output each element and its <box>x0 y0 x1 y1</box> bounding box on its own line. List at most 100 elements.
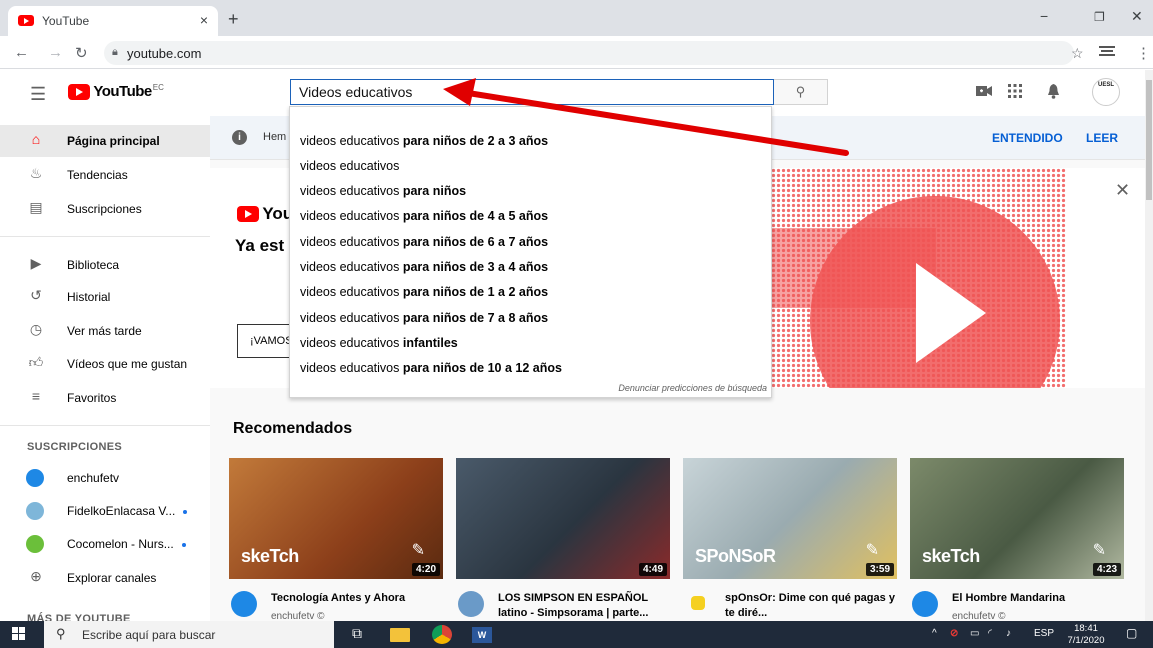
clock-date: 7/1/2020 <box>1067 635 1105 646</box>
reload-icon[interactable]: ↻ <box>75 44 88 62</box>
bookmark-star-icon[interactable]: ☆ <box>1071 45 1084 62</box>
video-duration: 3:59 <box>865 563 894 576</box>
video-thumbnail[interactable]: 4:49 <box>456 458 670 579</box>
channel-avatar[interactable] <box>458 591 484 617</box>
taskbar-clock[interactable]: 18:41 7/1/2020 <box>1064 623 1108 647</box>
suggestion-item[interactable]: videos educativos para niños de 7 a 8 añ… <box>300 311 548 325</box>
sidebar-item-explore-channels[interactable]: ⊕ Explorar canales <box>0 562 210 594</box>
youtube-logo[interactable]: YouTubeEC <box>68 83 164 100</box>
suggestion-completion: para niños de 10 a 12 años <box>399 361 562 375</box>
language-indicator[interactable]: ESP <box>1034 628 1054 639</box>
wifi-icon[interactable]: ◜ <box>988 628 992 639</box>
file-explorer-icon[interactable] <box>390 628 410 642</box>
channel-avatar[interactable] <box>691 596 705 610</box>
notifications-icon[interactable]: ▢ <box>1126 626 1137 640</box>
maximize-button[interactable]: ❐ <box>1094 10 1105 24</box>
search-field[interactable] <box>290 79 774 105</box>
search-icon: ⚲ <box>56 626 66 641</box>
back-arrow-icon[interactable]: ← <box>14 44 29 61</box>
suggestion-item[interactable]: videos educativos para niños de 1 a 2 añ… <box>300 285 548 299</box>
sidebar-item-library[interactable]: ▶ Biblioteca <box>0 249 210 281</box>
channel-avatar[interactable] <box>912 591 938 617</box>
suggestion-item[interactable]: videos educativos para niños de 10 a 12 … <box>300 361 562 375</box>
suggestion-completion: para niños de 4 a 5 años <box>399 209 549 223</box>
sidebar-item-favorites[interactable]: ≡ Favoritos <box>0 382 210 414</box>
info-banner-text: Hem <box>263 131 287 143</box>
close-window-button[interactable]: ✕ <box>1131 8 1143 25</box>
chrome-icon[interactable] <box>432 625 452 644</box>
sidebar-item-label: Vídeos que me gustan <box>67 357 188 371</box>
close-icon[interactable]: ✕ <box>1115 180 1130 201</box>
video-thumbnail[interactable]: skeTch ✎ 4:20 <box>229 458 443 579</box>
video-card[interactable]: skeTch ✎ 4:20 Tecnología Antes y Ahora e… <box>229 458 443 621</box>
history-icon: ↺ <box>30 287 42 303</box>
forward-arrow-icon[interactable]: → <box>48 44 63 61</box>
search-input[interactable] <box>291 80 773 104</box>
video-title[interactable]: LOS SIMPSON EN ESPAÑOL latino - Simpsora… <box>498 591 668 621</box>
youtube-play-icon <box>68 83 90 100</box>
notifications-bell-icon[interactable] <box>1047 84 1060 103</box>
account-avatar[interactable]: UESL <box>1092 78 1120 106</box>
suggestion-item[interactable]: videos educativos para niños de 4 a 5 añ… <box>300 209 548 223</box>
create-video-icon[interactable] <box>976 84 992 101</box>
page-scrollbar-thumb[interactable] <box>1146 80 1152 200</box>
suggestion-item[interactable]: videos educativos para niños de 2 a 3 añ… <box>300 134 548 148</box>
minimize-button[interactable]: − <box>1040 8 1048 24</box>
suggestion-item[interactable]: videos educativos para niños de 3 a 4 añ… <box>300 260 548 274</box>
volume-icon[interactable]: ♪ <box>1006 628 1011 639</box>
tab-close-icon[interactable]: × <box>200 12 208 28</box>
promo-art <box>766 168 1066 388</box>
sidebar-item-home[interactable]: ⌂ Página principal <box>0 125 210 157</box>
new-tab-button[interactable]: + <box>228 9 239 30</box>
suggestion-base: videos educativos <box>300 336 400 350</box>
video-title[interactable]: El Hombre Mandarina <box>952 591 1122 606</box>
windows-start-icon[interactable] <box>12 627 26 641</box>
suggestion-item[interactable]: videos educativos infantiles <box>300 336 458 350</box>
address-bar[interactable]: 🔒︎ youtube.com <box>104 41 1074 65</box>
video-channel[interactable]: enchufetv © <box>952 611 1006 621</box>
channel-watermark-icon: ✎ <box>411 542 425 559</box>
tray-app-icon[interactable]: ⊘ <box>950 628 958 639</box>
word-icon[interactable]: W <box>472 627 492 643</box>
suggestion-item[interactable]: videos educativos para niños de 6 a 7 añ… <box>300 235 548 249</box>
channel-watermark-icon: ✎ <box>1092 542 1106 559</box>
screen: YouTube × + − ❐ ✕ ← → ↻ 🔒︎ youtube.com ☆… <box>0 0 1153 648</box>
sidebar-channel[interactable]: Cocomelon - Nurs... <box>0 528 210 560</box>
clock-time: 18:41 <box>1074 623 1098 634</box>
understood-button[interactable]: ENTENDIDO <box>992 131 1063 145</box>
channel-avatar[interactable] <box>231 591 257 617</box>
video-card[interactable]: 4:49 LOS SIMPSON EN ESPAÑOL latino - Sim… <box>456 458 670 621</box>
sidebar-item-watch-later[interactable]: ◷ Ver más tarde <box>0 315 210 347</box>
video-channel[interactable]: enchufetv © <box>271 611 325 621</box>
avatar-text: UESL <box>1097 82 1114 88</box>
start-tile <box>19 634 25 640</box>
sidebar-channel[interactable]: enchufetv <box>0 462 210 494</box>
sidebar-item-history[interactable]: ↺ Historial <box>0 281 210 313</box>
suggestion-base: videos educativos <box>300 361 400 375</box>
suggestion-base: videos educativos <box>300 134 400 148</box>
video-card[interactable]: SPoNSoR ✎ 3:59 spOnsOr: Dime con qué pag… <box>683 458 897 621</box>
browser-menu-icon[interactable]: ⋮ <box>1136 44 1151 62</box>
tray-chevron-icon[interactable]: ^ <box>932 628 937 639</box>
sidebar-item-subscriptions[interactable]: ▤ Suscripciones <box>0 193 210 225</box>
sidebar-item-liked-videos[interactable]: 👍︎ Vídeos que me gustan <box>0 348 210 380</box>
browser-tab[interactable]: YouTube × <box>8 6 218 36</box>
video-title[interactable]: Tecnología Antes y Ahora <box>271 591 441 606</box>
taskbar-search[interactable]: ⚲ Escribe aquí para buscar <box>44 621 334 648</box>
video-thumbnail[interactable]: SPoNSoR ✎ 3:59 <box>683 458 897 579</box>
task-view-icon[interactable]: ⧉ <box>352 625 372 644</box>
extension-icon[interactable] <box>1097 45 1117 59</box>
guide-menu-icon[interactable]: ☰ <box>30 84 46 105</box>
video-title[interactable]: spOnsOr: Dime con qué pagas y te diré... <box>725 591 895 621</box>
sidebar-channel[interactable]: FidelkoEnlacasa V... <box>0 495 210 527</box>
video-thumbnail[interactable]: skeTch ✎ 4:23 <box>910 458 1124 579</box>
apps-grid-icon[interactable] <box>1008 84 1022 102</box>
battery-icon[interactable]: ▭ <box>970 628 979 639</box>
report-predictions-link[interactable]: Denunciar predicciones de búsqueda <box>618 383 767 393</box>
sidebar-item-trending[interactable]: ♨ Tendencias <box>0 159 210 191</box>
video-card[interactable]: skeTch ✎ 4:23 El Hombre Mandarina enchuf… <box>910 458 1124 621</box>
read-more-button[interactable]: LEER <box>1086 131 1118 145</box>
search-button[interactable]: ⚲ <box>774 79 828 105</box>
suggestion-item[interactable]: videos educativos para niños <box>300 184 466 198</box>
suggestion-item[interactable]: videos educativos <box>300 159 399 173</box>
